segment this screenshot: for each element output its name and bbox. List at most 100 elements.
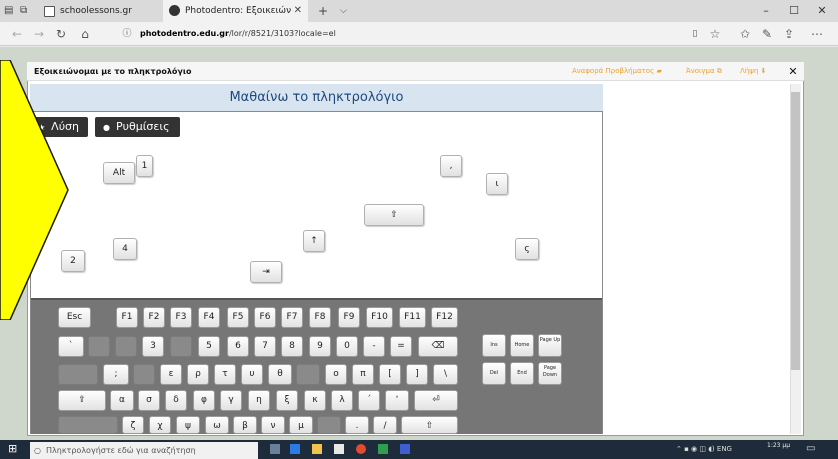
favorites-hub-icon[interactable]: ✩ — [736, 22, 754, 46]
edge-taskbar-icon[interactable] — [290, 444, 300, 454]
kb-key-tau[interactable]: τ — [214, 364, 236, 385]
kb-key-empty-slot[interactable] — [170, 336, 192, 357]
kb-key-epsilon[interactable]: ε — [160, 364, 182, 385]
kb-key-0[interactable]: 0 — [336, 336, 358, 357]
tab-photodentro[interactable]: Photodentro: Εξοικειών ✕ — [163, 0, 308, 22]
kb-key-right-shift[interactable]: ⇧ — [401, 416, 458, 434]
kb-key-nu[interactable]: ν — [261, 416, 285, 434]
kb-key-8[interactable]: 8 — [281, 336, 303, 357]
kb-key-end[interactable]: End — [510, 362, 534, 385]
kb-key-phi[interactable]: φ — [193, 390, 215, 411]
kb-key-slash[interactable]: / — [373, 416, 397, 434]
app-icon[interactable] — [400, 444, 410, 454]
forward-arrow-icon[interactable]: → — [30, 22, 48, 46]
kb-key-f8[interactable]: F8 — [309, 307, 331, 328]
kb-key-theta[interactable]: θ — [268, 364, 292, 385]
kb-key-backtick[interactable]: ` — [58, 336, 84, 357]
language-indicator[interactable]: ENG — [717, 445, 732, 453]
kb-key-6[interactable]: 6 — [227, 336, 249, 357]
kb-key-omicron[interactable]: ο — [325, 364, 347, 385]
back-arrow-icon[interactable]: ← — [8, 22, 26, 46]
kb-key-psi[interactable]: ψ — [176, 416, 200, 434]
open-link[interactable]: Άνοιγμα ⧉ — [686, 62, 722, 81]
kb-key-f1[interactable]: F1 — [116, 307, 138, 328]
kb-key-minus[interactable]: - — [363, 336, 385, 357]
tab-preview-chevron-icon[interactable]: ⌵ — [340, 0, 354, 22]
maximize-button[interactable]: ☐ — [780, 0, 808, 22]
reading-view-icon[interactable]: ▯ — [686, 22, 704, 46]
kb-key-backspace[interactable]: ⌫ — [418, 336, 458, 357]
site-info-icon[interactable]: ⓘ — [118, 22, 136, 46]
kb-key-9[interactable]: 9 — [309, 336, 331, 357]
address-bar[interactable]: photodentro.edu.gr/lor/r/8521/3103?local… — [140, 22, 336, 46]
share-icon[interactable]: ⇪ — [780, 22, 798, 46]
kb-key-lambda[interactable]: λ — [331, 390, 353, 411]
drag-key-up[interactable]: ↑ — [303, 230, 325, 252]
file-explorer-icon[interactable] — [312, 444, 322, 454]
window-close-button[interactable]: ✕ — [808, 0, 836, 22]
modal-close-button[interactable]: ✕ — [786, 62, 800, 81]
kb-key-zeta[interactable]: ζ — [122, 416, 144, 434]
kb-key-gamma[interactable]: γ — [220, 390, 242, 411]
kb-key-empty-slot[interactable] — [296, 364, 320, 385]
taskbar-clock[interactable]: 1:23 μμ — [767, 440, 790, 459]
kb-key-pi[interactable]: π — [352, 364, 374, 385]
new-tab-icon[interactable]: + — [318, 0, 332, 22]
set-tabs-aside-icon[interactable]: ⧉ — [20, 0, 36, 22]
tab-close-icon[interactable]: ✕ — [294, 0, 302, 22]
kb-key-empty-slot[interactable] — [58, 364, 98, 385]
kb-key-f4[interactable]: F4 — [198, 307, 220, 328]
kb-key-delta[interactable]: δ — [165, 390, 187, 411]
notifications-icon[interactable]: ▭ — [806, 443, 820, 455]
kb-key-enter[interactable]: ⏎ — [414, 390, 458, 411]
kb-key-sigma[interactable]: σ — [138, 390, 160, 411]
task-view-icon[interactable] — [270, 444, 280, 454]
drag-key-comma[interactable]: , — [440, 155, 462, 177]
kb-key-f11[interactable]: F11 — [399, 307, 426, 328]
drag-key-tab[interactable]: ⇥ — [250, 261, 282, 283]
store-icon[interactable] — [334, 444, 344, 454]
drag-key-4[interactable]: 4 — [113, 238, 137, 260]
kb-key-f3[interactable]: F3 — [170, 307, 192, 328]
kb-key-delete[interactable]: Del — [482, 362, 506, 385]
kb-key-f10[interactable]: F10 — [366, 307, 393, 328]
drag-key-1[interactable]: 1 — [136, 155, 153, 177]
kb-key-empty-slot[interactable] — [58, 416, 118, 434]
kb-key-omega[interactable]: ω — [205, 416, 229, 434]
refresh-icon[interactable]: ↻ — [52, 22, 70, 46]
kb-key-beta[interactable]: β — [233, 416, 257, 434]
kb-key-page-down[interactable]: Page Down — [538, 362, 562, 385]
excel-icon[interactable] — [378, 444, 388, 454]
minimize-button[interactable]: – — [752, 0, 780, 22]
kb-key-home[interactable]: Home — [510, 334, 534, 357]
kb-key-upsilon[interactable]: υ — [241, 364, 263, 385]
kb-key-f6[interactable]: F6 — [254, 307, 276, 328]
tab-schoolessons[interactable]: schoolessons.gr — [38, 0, 160, 22]
kb-key-equals[interactable]: = — [390, 336, 412, 357]
kb-key-f2[interactable]: F2 — [143, 307, 165, 328]
drag-key-alt[interactable]: Alt — [103, 162, 135, 184]
kb-key-empty-slot[interactable] — [133, 364, 155, 385]
kb-key-f12[interactable]: F12 — [431, 307, 458, 328]
settings-button[interactable]: ● Ρυθμίσεις — [95, 117, 180, 137]
drag-key-iota[interactable]: ι — [486, 173, 508, 195]
kb-key-empty-slot[interactable] — [115, 336, 137, 357]
kb-key-alpha[interactable]: α — [110, 390, 134, 411]
kb-key-empty-slot[interactable] — [88, 336, 110, 357]
kb-key-mu[interactable]: μ — [289, 416, 313, 434]
kb-key-kappa[interactable]: κ — [304, 390, 326, 411]
drag-key-final-sigma[interactable]: ς — [515, 238, 539, 260]
kb-key-page-up[interactable]: Page Up — [538, 334, 562, 357]
kb-key-insert[interactable]: Ins — [482, 334, 506, 357]
taskbar-search-box[interactable]: ○ Πληκτρολογήστε εδώ για αναζήτηση — [30, 442, 258, 459]
kb-key-chi[interactable]: χ — [149, 416, 171, 434]
kb-key-f7[interactable]: F7 — [281, 307, 303, 328]
kb-key-close-bracket[interactable]: ] — [406, 364, 428, 385]
drag-key-shift[interactable]: ⇧ — [364, 204, 424, 226]
kb-key-xi[interactable]: ξ — [276, 390, 298, 411]
tab-actions-icon[interactable]: ▤ — [4, 0, 20, 22]
kb-key-7[interactable]: 7 — [254, 336, 276, 357]
report-problem-link[interactable]: Αναφορά Προβλήματος ▰ — [572, 62, 662, 81]
kb-key-period[interactable]: . — [345, 416, 369, 434]
kb-key-apostrophe[interactable]: ' — [385, 390, 409, 411]
